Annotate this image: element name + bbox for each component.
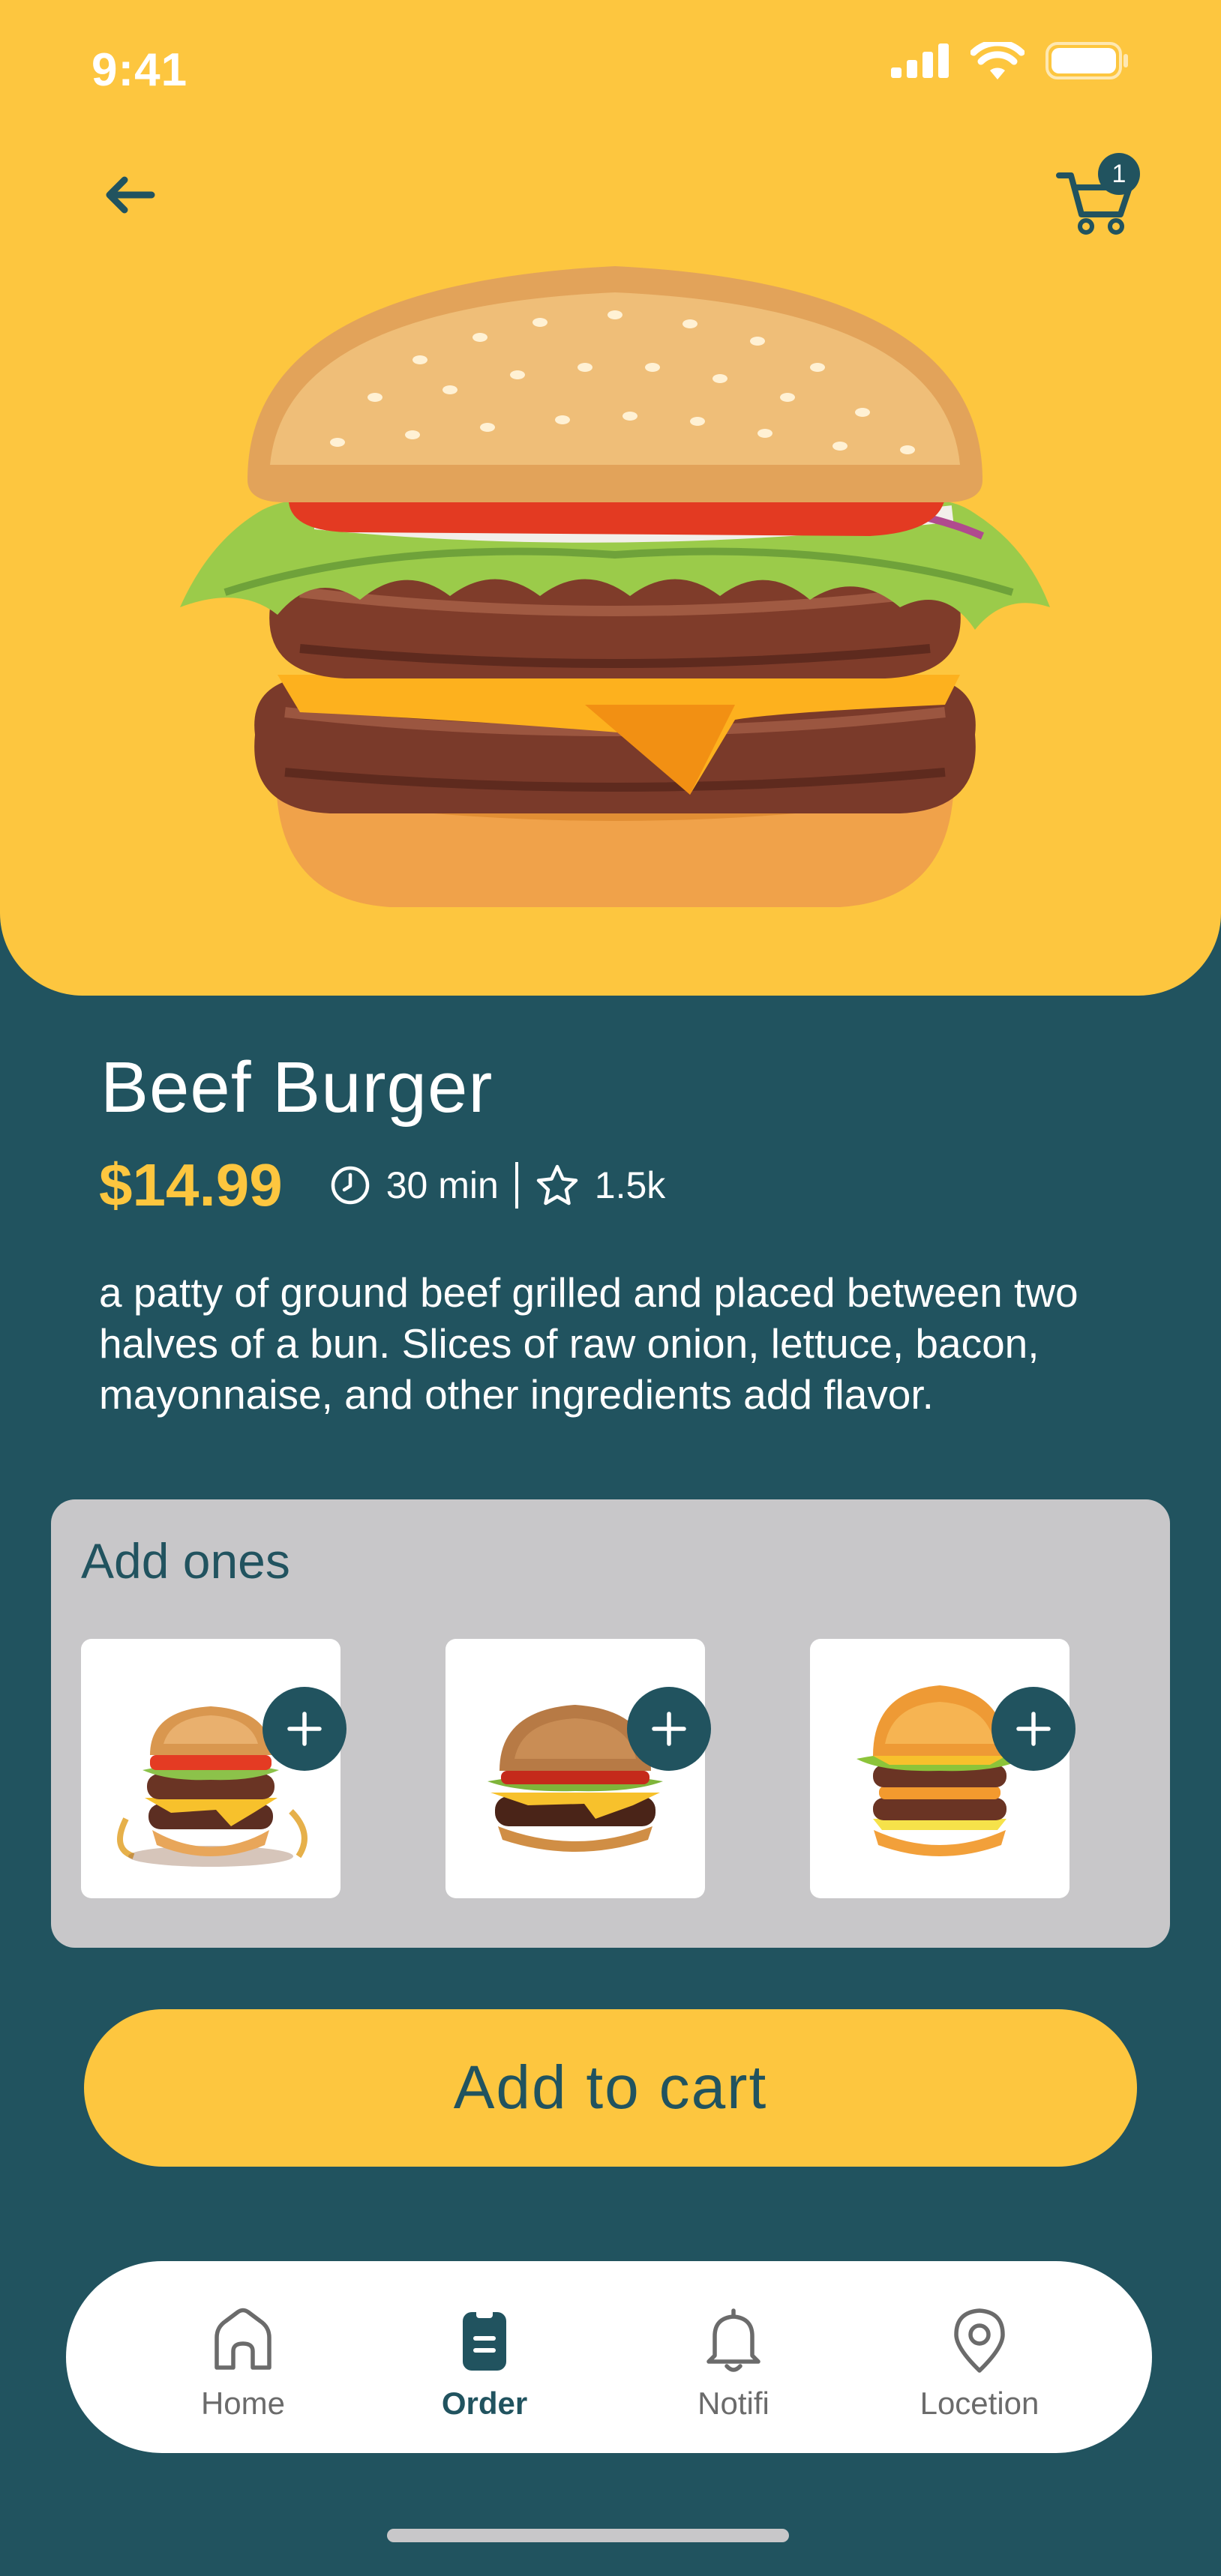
location-pin-icon [954, 2308, 1005, 2373]
battery-icon [1046, 42, 1128, 79]
rating-count: 1.5k [594, 1164, 666, 1206]
bell-icon [706, 2308, 760, 2372]
order-icon [463, 2309, 506, 2371]
nav-item-location[interactable]: Locetion [890, 2306, 1070, 2422]
nav-item-notifications[interactable]: Notifi [644, 2306, 824, 2422]
prep-time-text: 30 min [386, 1164, 499, 1206]
add-addon-button-1[interactable] [262, 1687, 346, 1771]
clock-icon [331, 1166, 369, 1205]
plus-icon [1016, 1712, 1051, 1746]
rating: 1.5k [535, 1164, 666, 1207]
home-indicator [387, 2529, 789, 2542]
nav-item-order[interactable]: Order [394, 2306, 574, 2422]
wifi-icon [970, 42, 1024, 79]
addons-title: Add ones [81, 1533, 290, 1589]
arrow-left-icon [106, 176, 155, 214]
product-title: Beef Burger [100, 1047, 494, 1128]
product-description: a patty of ground beef grilled and place… [99, 1269, 1078, 1418]
status-time: 9:41 [92, 44, 188, 96]
cart-button[interactable]: 1 [1053, 153, 1143, 235]
product-price: $14.99 [99, 1152, 283, 1218]
product-meta: $14.99 30 min 1.5k [99, 1152, 665, 1219]
plus-icon [652, 1712, 686, 1746]
nav-label-notifications: Notifi [698, 2386, 770, 2421]
star-icon [536, 1164, 578, 1206]
burger-image [180, 266, 1050, 907]
cart-count-badge: 1 [1098, 153, 1140, 195]
home-icon [214, 2308, 272, 2370]
signal-icon [891, 43, 949, 78]
add-to-cart-button[interactable]: Add to cart [84, 2009, 1137, 2167]
add-addon-button-3[interactable] [992, 1687, 1076, 1771]
prep-time: 30 min [329, 1164, 499, 1207]
addons-panel: Add ones [51, 1499, 1170, 1948]
meta-divider [514, 1162, 518, 1209]
plus-icon [287, 1712, 322, 1746]
add-addon-button-2[interactable] [627, 1687, 711, 1771]
bottom-nav: Home Order Notifi Locetion [66, 2261, 1152, 2453]
status-icons [891, 42, 1130, 79]
back-button[interactable] [99, 171, 159, 219]
nav-label-order: Order [441, 2386, 528, 2421]
nav-label-location: Locetion [920, 2386, 1040, 2421]
nav-label-home: Home [200, 2386, 286, 2421]
nav-item-home[interactable]: Home [153, 2306, 333, 2422]
hero-panel: 9:41 1 [0, 0, 1221, 996]
